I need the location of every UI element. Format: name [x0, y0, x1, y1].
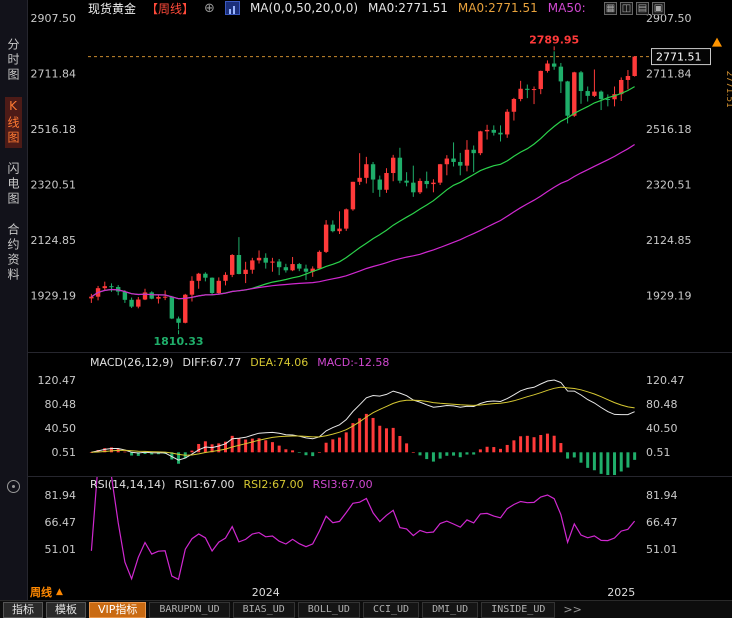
- period-selector[interactable]: 周线 ▲: [30, 584, 63, 600]
- ma-lines-layer: [91, 87, 634, 299]
- tab-indicators[interactable]: 指标: [3, 602, 43, 618]
- rsi2-value: RSI2:67.00: [244, 478, 304, 491]
- chevron-up-icon: ▲: [56, 587, 63, 597]
- tab-vip-indicators[interactable]: VIP指标: [89, 602, 146, 618]
- svg-text:2320.51: 2320.51: [31, 179, 77, 192]
- window-layout-controls: ▦ ◫ ▤ ▣: [604, 2, 665, 15]
- ma0-value-secondary: MA0:2771.51: [458, 1, 538, 15]
- svg-text:2771.51: 2771.51: [656, 51, 702, 64]
- svg-text:2320.51: 2320.51: [646, 179, 692, 192]
- svg-text:120.47: 120.47: [646, 374, 685, 387]
- svg-text:40.50: 40.50: [45, 422, 77, 435]
- svg-text:2516.18: 2516.18: [31, 123, 77, 136]
- macd-title: MACD(26,12,9): [90, 356, 174, 369]
- chart-toolbar: 现货黄金 【周线】 ⊕ MA(0,0,50,20,0,0) MA0:2771.5…: [88, 1, 586, 15]
- macd-layer: [90, 380, 636, 476]
- trading-app-window: 2907.502907.502711.842711.842516.182516.…: [0, 0, 732, 618]
- svg-text:0.51: 0.51: [52, 446, 77, 459]
- svg-text:2771.51: 2771.51: [724, 71, 732, 108]
- candlestick-chart[interactable]: 2907.502907.502711.842711.842516.182516.…: [0, 0, 732, 618]
- ma50-label: MA50:: [548, 1, 586, 15]
- svg-text:120.47: 120.47: [38, 374, 77, 387]
- svg-text:2711.84: 2711.84: [646, 68, 692, 81]
- svg-text:66.47: 66.47: [45, 516, 77, 529]
- macd-diff-value: DIFF:67.77: [183, 356, 242, 369]
- svg-text:66.47: 66.47: [646, 516, 678, 529]
- latest-price-marker: [712, 38, 722, 47]
- svg-text:51.01: 51.01: [45, 543, 77, 556]
- svg-text:1810.33: 1810.33: [153, 335, 203, 348]
- svg-text:2025: 2025: [607, 586, 635, 599]
- svg-text:2711.84: 2711.84: [31, 68, 77, 81]
- layout-single-icon[interactable]: ▣: [652, 2, 665, 15]
- svg-text:1929.19: 1929.19: [646, 290, 692, 303]
- svg-text:1929.19: 1929.19: [31, 290, 77, 303]
- rsi3-value: RSI3:67.00: [313, 478, 373, 491]
- macd-bar-value: MACD:-12.58: [317, 356, 389, 369]
- sidebar-item-kline-chart[interactable]: K线图: [5, 97, 22, 148]
- svg-text:81.94: 81.94: [45, 489, 77, 502]
- layout-grid-icon[interactable]: ▦: [604, 2, 617, 15]
- macd-dea-value: DEA:74.06: [250, 356, 308, 369]
- x-axis-year-labels: 2024 2025: [252, 586, 635, 599]
- layout-vertical-split-icon[interactable]: ◫: [620, 2, 633, 15]
- chart-type-icon[interactable]: [225, 1, 240, 15]
- ma0-value: MA0:2771.51: [368, 1, 448, 15]
- period-tag: 【周线】: [146, 0, 194, 17]
- svg-text:2789.95: 2789.95: [529, 33, 579, 46]
- indicator-tab-bar: 指标 模板 VIP指标 BARUPDN_UD BIAS_UD BOLL_UD C…: [0, 600, 732, 618]
- tab-barupdn-ud[interactable]: BARUPDN_UD: [149, 602, 229, 618]
- candles-layer: [89, 51, 637, 329]
- svg-text:51.01: 51.01: [646, 543, 678, 556]
- svg-text:0.51: 0.51: [646, 446, 671, 459]
- svg-text:2024: 2024: [252, 586, 280, 599]
- more-tabs-button[interactable]: >>: [558, 603, 586, 616]
- tab-templates[interactable]: 模板: [46, 602, 86, 618]
- svg-text:80.48: 80.48: [646, 398, 678, 411]
- tab-dmi-ud[interactable]: DMI_UD: [422, 602, 478, 618]
- sidebar-item-timeline-chart[interactable]: 分时图: [5, 36, 22, 85]
- price-annotations: 2789.95 1810.33: [153, 33, 579, 348]
- tab-inside-ud[interactable]: INSIDE_UD: [481, 602, 555, 618]
- sidebar-item-flash-chart[interactable]: 闪电图: [5, 160, 22, 209]
- tab-bias-ud[interactable]: BIAS_UD: [233, 602, 295, 618]
- add-indicator-icon[interactable]: ⊕: [204, 1, 215, 16]
- rsi1-value: RSI1:67.00: [174, 478, 234, 491]
- tab-cci-ud[interactable]: CCI_UD: [363, 602, 419, 618]
- left-sidebar: 分时图 K线图 闪电图 合约资料: [0, 0, 28, 600]
- macd-panel-header: MACD(26,12,9) DIFF:67.77 DEA:74.06 MACD:…: [90, 356, 389, 369]
- svg-text:2124.85: 2124.85: [31, 234, 77, 247]
- svg-text:2516.18: 2516.18: [646, 123, 692, 136]
- svg-text:40.50: 40.50: [646, 422, 678, 435]
- period-selector-label: 周线: [30, 584, 52, 600]
- sidebar-item-contract-info[interactable]: 合约资料: [5, 221, 22, 285]
- ma-params-label: MA(0,0,50,20,0,0): [250, 1, 358, 15]
- symbol-title: 现货黄金: [88, 0, 136, 17]
- svg-text:2907.50: 2907.50: [31, 12, 77, 25]
- svg-text:80.48: 80.48: [45, 398, 77, 411]
- svg-text:81.94: 81.94: [646, 489, 678, 502]
- layout-horizontal-split-icon[interactable]: ▤: [636, 2, 649, 15]
- target-icon[interactable]: [7, 480, 20, 493]
- rsi-panel-header: RSI(14,14,14) RSI1:67.00 RSI2:67.00 RSI3…: [90, 478, 373, 491]
- tab-boll-ud[interactable]: BOLL_UD: [298, 602, 360, 618]
- svg-text:2124.85: 2124.85: [646, 234, 692, 247]
- rsi-title: RSI(14,14,14): [90, 478, 165, 491]
